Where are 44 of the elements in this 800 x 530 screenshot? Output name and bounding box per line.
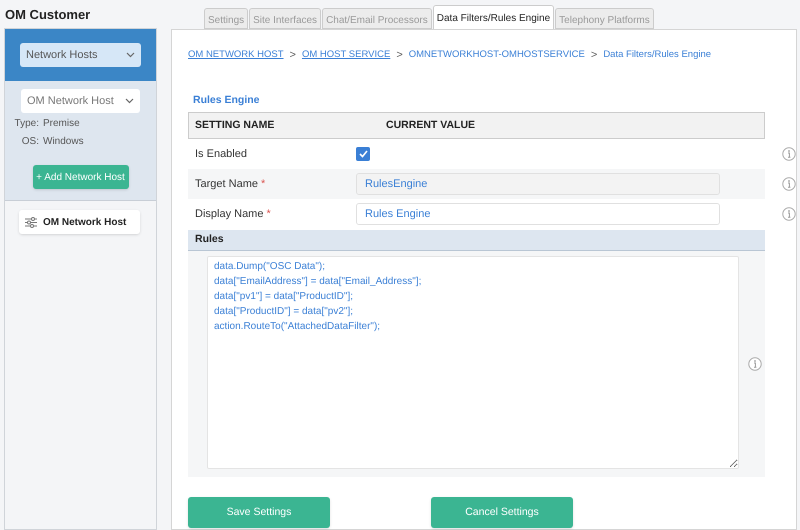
required-asterisk: * (260, 177, 266, 192)
info-icon[interactable] (782, 207, 796, 222)
info-icon[interactable] (782, 147, 796, 162)
sidebar-item[interactable]: OM Network Host (19, 210, 140, 234)
tab[interactable]: Chat/Email Processors (322, 8, 432, 29)
required-asterisk: * (266, 207, 271, 222)
breadcrumb-link[interactable]: OM NETWORK HOST (188, 48, 284, 62)
info-icon[interactable] (782, 177, 796, 192)
setting-name: Is Enabled (195, 147, 247, 162)
tab[interactable]: Site Interfaces (249, 8, 322, 29)
tab[interactable]: Telephony Platforms (555, 8, 654, 29)
sliders-icon (25, 216, 37, 228)
save-button[interactable]: Save Settings (188, 497, 330, 528)
breadcrumb-link[interactable]: OM HOST SERVICE (302, 48, 390, 62)
breadcrumb-separator: > (396, 48, 403, 63)
chevron-down-icon (125, 98, 134, 104)
setting-name: Target Name (195, 177, 258, 192)
cancel-button[interactable]: Cancel Settings (431, 497, 573, 528)
rules-header: Rules (188, 230, 765, 252)
setting-name: Display Name (195, 207, 264, 222)
add-network-host-button[interactable]: + Add Network Host (32, 165, 128, 189)
text-field[interactable]: RulesEngine (356, 173, 720, 196)
detail-value: Windows (43, 135, 84, 149)
tab[interactable]: Settings (204, 8, 248, 29)
detail-value: Premise (43, 117, 80, 131)
info-icon[interactable] (748, 357, 762, 372)
detail-label: OS: (20, 135, 39, 149)
breadcrumb-item: Data Filters/Rules Engine (603, 48, 712, 62)
detail-label: Type: (14, 117, 39, 131)
chevron-down-icon (126, 52, 135, 58)
breadcrumb-separator: > (590, 48, 598, 63)
checkmark-icon (358, 150, 368, 158)
section-title: Rules Engine (192, 92, 261, 108)
column-header: CURRENT VALUE (386, 118, 476, 133)
app-title: OM Customer (4, 6, 92, 24)
host-select[interactable]: OM Network Host (21, 89, 140, 113)
tab[interactable]: Data Filters/Rules Engine (432, 5, 554, 30)
text-field[interactable]: Rules Engine (356, 203, 720, 226)
column-header: SETTING NAME (194, 118, 276, 133)
checkbox[interactable] (356, 147, 370, 162)
breadcrumb-separator: > (290, 48, 296, 63)
breadcrumb-item: OMNETWORKHOST-OMHOSTSERVICE (408, 48, 585, 62)
rules-editor[interactable]: data.Dump("OSC Data"); data["EmailAddress"] = data["Email_Address"]; data["pv1"] = data["ProductID"]; data["ProductID"] = data["pv2"]; action.RouteTo("AttachedDataFilter"); (207, 256, 739, 470)
category-select[interactable]: Network Hosts (20, 43, 141, 67)
